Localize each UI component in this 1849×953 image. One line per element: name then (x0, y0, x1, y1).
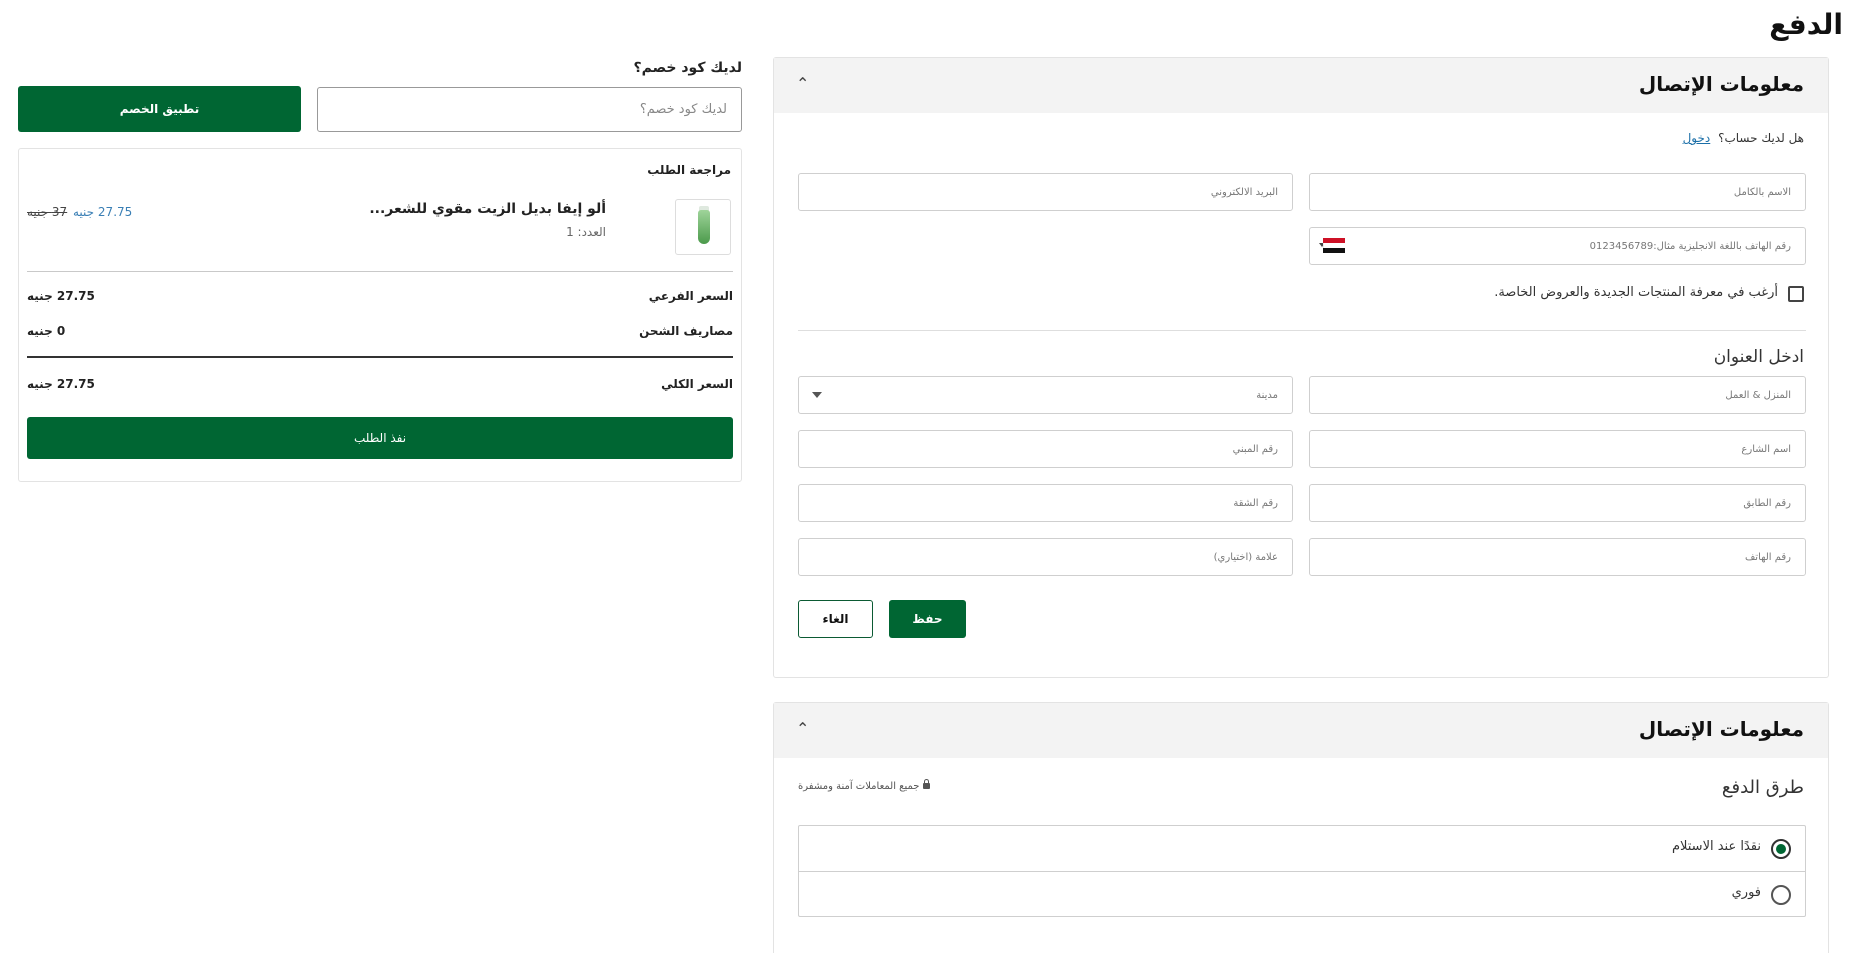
payment-methods-title: طرق الدفع (1721, 777, 1804, 798)
egypt-flag-icon[interactable] (1323, 238, 1345, 253)
contact-panel-title: معلومات الإتصال (1638, 72, 1804, 96)
login-prompt-text: هل لديك حساب؟ (1718, 131, 1804, 145)
divider (27, 356, 733, 358)
payment-options: نقدًا عند الاستلام فوري (798, 825, 1806, 917)
contact-info-panel: معلومات الإتصال ⌃ هل لديك حساب؟ دخول أرغ… (773, 57, 1829, 678)
payment-option-label: فوري (1731, 885, 1761, 900)
product-name: ألو إيفا بديل الزيت مقوي للشعر... (369, 201, 606, 217)
divider (27, 271, 733, 272)
total-label: السعر الكلي (661, 377, 733, 391)
place-order-button[interactable]: نفذ الطلب (27, 417, 733, 459)
newsletter-checkbox[interactable] (1788, 286, 1804, 302)
product-price-old: 37 جنيه (27, 205, 68, 219)
payment-panel-title: معلومات الإتصال (1638, 717, 1804, 741)
cancel-button[interactable]: الغاء (798, 600, 873, 638)
chevron-up-icon[interactable]: ⌃ (796, 719, 809, 738)
login-prompt: هل لديك حساب؟ دخول (1683, 131, 1804, 145)
newsletter-label: أرغب في معرفة المنتجات الجديدة والعروض ا… (1494, 285, 1778, 300)
product-image (675, 199, 731, 255)
landmark-field[interactable] (798, 538, 1293, 576)
subtotal-label: السعر الفرعي (648, 289, 733, 303)
payment-option-cod[interactable]: نقدًا عند الاستلام (799, 826, 1805, 871)
phone-field[interactable] (1309, 227, 1806, 265)
floor-field[interactable] (1309, 484, 1806, 522)
payment-panel-header[interactable]: معلومات الإتصال ⌃ (774, 703, 1828, 758)
street-field[interactable] (1309, 430, 1806, 468)
caret-down-icon[interactable] (812, 392, 822, 398)
apartment-field[interactable] (798, 484, 1293, 522)
secure-note: جميع المعاملات آمنة ومشفرة (798, 779, 930, 792)
radio-selected[interactable] (1771, 839, 1791, 859)
phone-field-wrapper (1309, 227, 1806, 265)
city-select[interactable] (798, 376, 1293, 414)
product-quantity: العدد: 1 (566, 225, 606, 239)
order-review-card: مراجعة الطلب ألو إيفا بديل الزيت مقوي لل… (18, 148, 742, 482)
city-field[interactable] (798, 376, 1293, 414)
contact-panel-header[interactable]: معلومات الإتصال ⌃ (774, 58, 1828, 113)
address-title: ادخل العنوان (1713, 347, 1804, 367)
save-button[interactable]: حفظ (889, 600, 966, 638)
email-field[interactable] (798, 173, 1293, 211)
payment-panel: معلومات الإتصال ⌃ طرق الدفع جميع المعامل… (773, 702, 1829, 953)
apply-discount-button[interactable]: تطبيق الخصم (18, 86, 301, 132)
login-link[interactable]: دخول (1683, 131, 1711, 145)
divider (798, 330, 1806, 331)
secure-note-text: جميع المعاملات آمنة ومشفرة (798, 781, 920, 792)
shipping-label: مصاريف الشحن (639, 324, 733, 338)
home-work-field[interactable] (1309, 376, 1806, 414)
shipping-value: 0 جنيه (27, 324, 66, 338)
radio-unselected[interactable] (1771, 885, 1791, 905)
product-price-new: 27.75 جنيه (73, 205, 133, 219)
address-phone-field[interactable] (1309, 538, 1806, 576)
building-field[interactable] (798, 430, 1293, 468)
discount-code-input[interactable] (317, 87, 742, 132)
page-title: الدفع (1769, 8, 1843, 41)
order-review-title: مراجعة الطلب (647, 163, 731, 177)
subtotal-value: 27.75 جنيه (27, 289, 95, 303)
discount-label: لديك كود خصم؟ (633, 60, 742, 76)
lock-icon (922, 779, 930, 789)
full-name-field[interactable] (1309, 173, 1806, 211)
total-value: 27.75 جنيه (27, 377, 95, 391)
payment-option-fawry[interactable]: فوري (799, 871, 1805, 916)
chevron-up-icon[interactable]: ⌃ (796, 74, 809, 93)
payment-option-label: نقدًا عند الاستلام (1671, 839, 1761, 854)
